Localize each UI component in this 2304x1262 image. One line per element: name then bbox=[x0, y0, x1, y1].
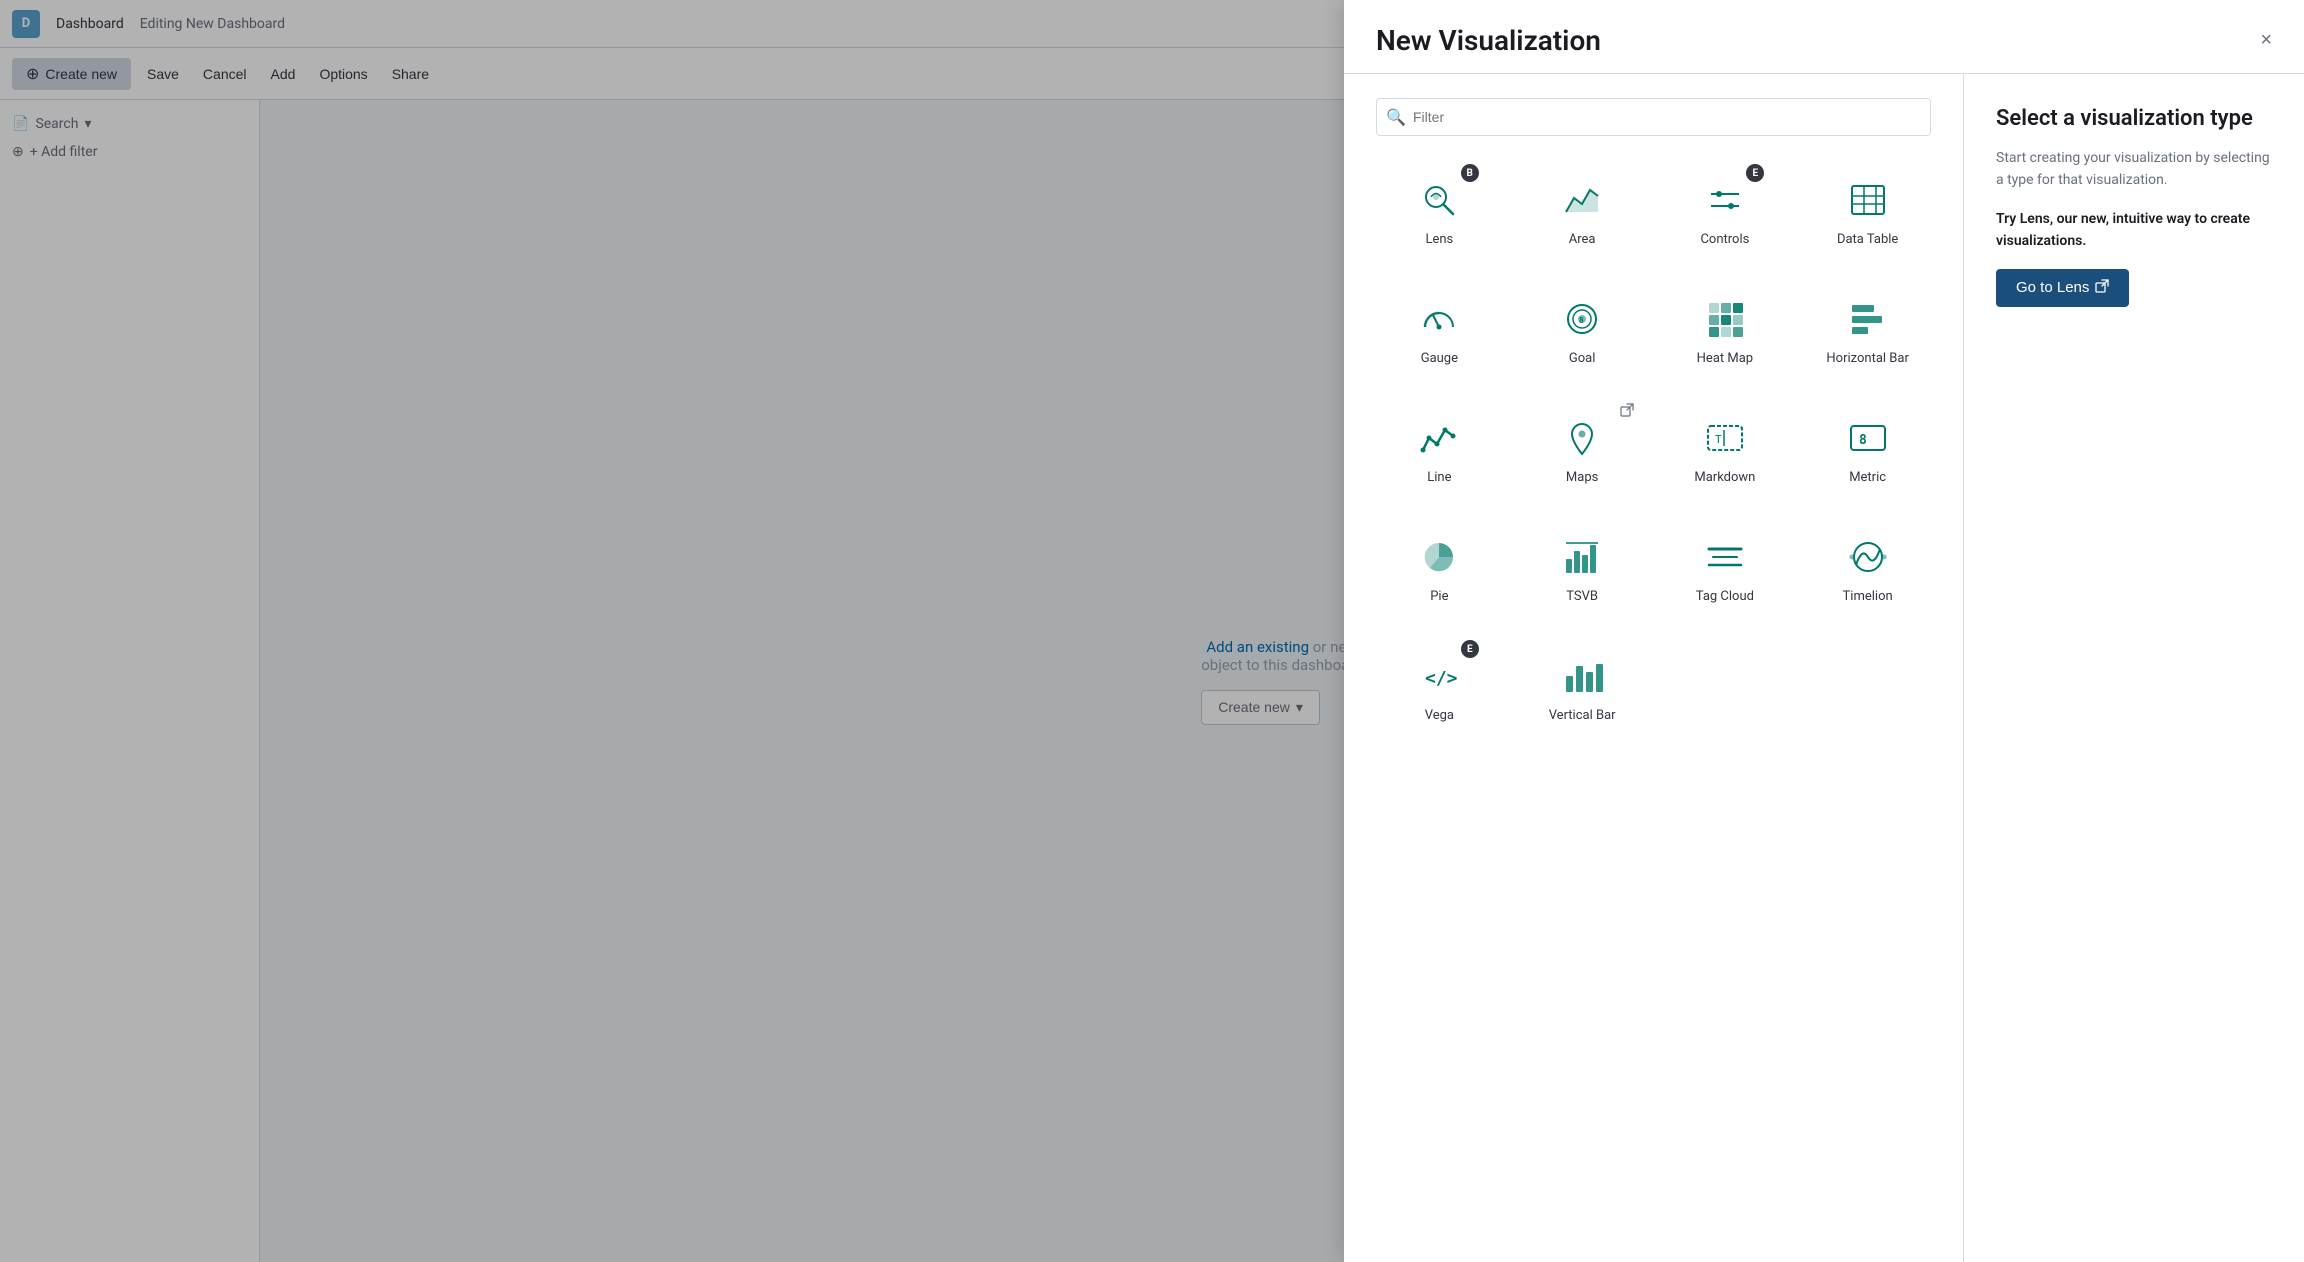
exp-badge-vega: E bbox=[1461, 640, 1479, 658]
tsvb-icon bbox=[1558, 533, 1606, 581]
go-to-lens-label: Go to Lens bbox=[2016, 279, 2089, 296]
markdown-label: Markdown bbox=[1694, 470, 1755, 485]
viz-grid: B Lens bbox=[1376, 160, 1931, 739]
data-table-icon bbox=[1844, 176, 1892, 224]
data-table-label: Data Table bbox=[1837, 232, 1898, 247]
info-panel-cta: Try Lens, our new, intuitive way to crea… bbox=[1996, 208, 2272, 253]
tag-cloud-icon bbox=[1701, 533, 1749, 581]
viz-panel: 🔍 B bbox=[1344, 74, 1964, 1262]
gauge-icon bbox=[1415, 295, 1463, 343]
goal-icon: 8 bbox=[1558, 295, 1606, 343]
line-icon bbox=[1415, 414, 1463, 462]
tsvb-label: TSVB bbox=[1566, 589, 1598, 604]
maps-label: Maps bbox=[1566, 470, 1598, 485]
exp-badge-controls: E bbox=[1746, 164, 1764, 182]
controls-icon bbox=[1701, 176, 1749, 224]
viz-item-goal[interactable]: 8 Goal bbox=[1519, 279, 1646, 382]
metric-icon: 8 bbox=[1844, 414, 1892, 462]
svg-text:T: T bbox=[1715, 433, 1722, 446]
viz-item-controls[interactable]: E Controls bbox=[1662, 160, 1789, 263]
area-label: Area bbox=[1569, 232, 1596, 247]
viz-item-line[interactable]: Line bbox=[1376, 398, 1503, 501]
search-icon: 🔍 bbox=[1386, 108, 1406, 127]
pie-label: Pie bbox=[1430, 589, 1448, 604]
maps-icon bbox=[1558, 414, 1606, 462]
viz-item-data-table[interactable]: Data Table bbox=[1804, 160, 1931, 263]
new-visualization-modal: New Visualization × 🔍 B bbox=[1344, 0, 2304, 1262]
pie-icon bbox=[1415, 533, 1463, 581]
svg-text:8: 8 bbox=[1579, 316, 1584, 325]
vega-label: Vega bbox=[1425, 708, 1454, 723]
info-panel-description: Start creating your visualization by sel… bbox=[1996, 147, 2272, 192]
viz-item-pie[interactable]: Pie bbox=[1376, 517, 1503, 620]
vega-icon: </> bbox=[1415, 652, 1463, 700]
gauge-label: Gauge bbox=[1421, 351, 1458, 366]
lens-icon bbox=[1415, 176, 1463, 224]
horizontal-bar-icon bbox=[1844, 295, 1892, 343]
svg-text:8: 8 bbox=[1859, 433, 1867, 448]
filter-input-wrapper: 🔍 bbox=[1376, 98, 1931, 136]
beta-badge: B bbox=[1461, 164, 1479, 182]
lens-label: Lens bbox=[1425, 232, 1453, 247]
modal-title: New Visualization bbox=[1376, 24, 1601, 57]
viz-item-metric[interactable]: 8 Metric bbox=[1804, 398, 1931, 501]
viz-item-gauge[interactable]: Gauge bbox=[1376, 279, 1503, 382]
goal-label: Goal bbox=[1569, 351, 1596, 366]
external-link-icon bbox=[2095, 279, 2109, 297]
vertical-bar-label: Vertical Bar bbox=[1549, 708, 1616, 723]
modal-overlay: New Visualization × 🔍 B bbox=[0, 0, 2304, 1262]
svg-text:</>: </> bbox=[1425, 668, 1458, 689]
modal-header: New Visualization × bbox=[1344, 0, 2304, 74]
ext-link-icon bbox=[1620, 402, 1634, 421]
vertical-bar-icon bbox=[1558, 652, 1606, 700]
viz-item-tag-cloud[interactable]: Tag Cloud bbox=[1662, 517, 1789, 620]
area-icon bbox=[1558, 176, 1606, 224]
go-to-lens-button[interactable]: Go to Lens bbox=[1996, 269, 2129, 307]
tag-cloud-label: Tag Cloud bbox=[1696, 589, 1754, 604]
controls-label: Controls bbox=[1700, 232, 1749, 247]
viz-item-horizontal-bar[interactable]: Horizontal Bar bbox=[1804, 279, 1931, 382]
info-panel-title: Select a visualization type bbox=[1996, 106, 2272, 131]
viz-item-vega[interactable]: E </> Vega bbox=[1376, 636, 1503, 739]
info-panel: Select a visualization type Start creati… bbox=[1964, 74, 2304, 1262]
heat-map-label: Heat Map bbox=[1697, 351, 1753, 366]
viz-item-markdown[interactable]: T Markdown bbox=[1662, 398, 1789, 501]
timelion-label: Timelion bbox=[1843, 589, 1893, 604]
horizontal-bar-label: Horizontal Bar bbox=[1826, 351, 1908, 366]
filter-input[interactable] bbox=[1376, 98, 1931, 136]
modal-close-button[interactable]: × bbox=[2260, 29, 2272, 52]
modal-body: 🔍 B bbox=[1344, 74, 2304, 1262]
heat-map-icon bbox=[1701, 295, 1749, 343]
viz-item-timelion[interactable]: Timelion bbox=[1804, 517, 1931, 620]
viz-item-maps[interactable]: Maps bbox=[1519, 398, 1646, 501]
viz-item-heat-map[interactable]: Heat Map bbox=[1662, 279, 1789, 382]
viz-item-lens[interactable]: B Lens bbox=[1376, 160, 1503, 263]
viz-item-vertical-bar[interactable]: Vertical Bar bbox=[1519, 636, 1646, 739]
viz-item-area[interactable]: Area bbox=[1519, 160, 1646, 263]
line-label: Line bbox=[1427, 470, 1451, 485]
markdown-icon: T bbox=[1701, 414, 1749, 462]
timelion-icon bbox=[1844, 533, 1892, 581]
metric-label: Metric bbox=[1849, 470, 1886, 485]
viz-item-tsvb[interactable]: TSVB bbox=[1519, 517, 1646, 620]
